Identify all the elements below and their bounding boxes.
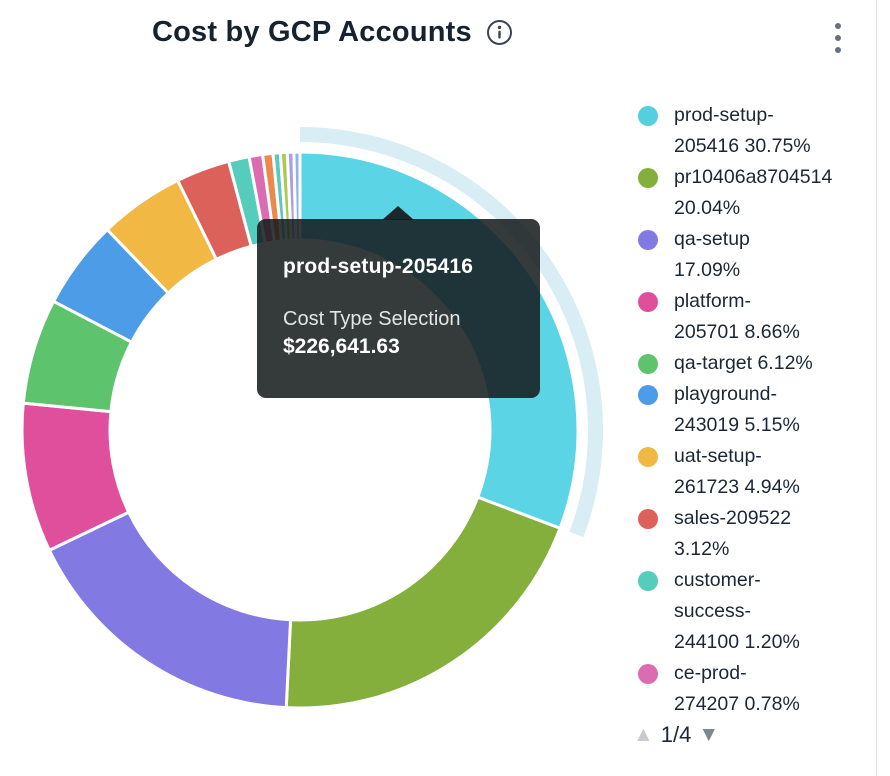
legend-item-sales-209522[interactable]: sales-2095223.12% [638, 503, 878, 565]
legend-item-ce-prod-274207[interactable]: ce-prod-274207 0.78% [638, 658, 878, 718]
chart-tooltip: prod-setup-205416 Cost Type Selection $2… [257, 219, 540, 398]
donut-slice-pr10406a8704514[interactable] [286, 497, 560, 708]
tooltip-cost-type-label: Cost Type Selection [283, 308, 514, 331]
legend-dot [638, 292, 658, 312]
legend-label: pr10406a870451420.04% [674, 162, 832, 224]
legend-label: platform-205701 8.66% [674, 286, 800, 348]
legend-item-qa-setup[interactable]: qa-setup17.09% [638, 224, 878, 286]
legend-dot [638, 447, 658, 467]
legend-item-prod-setup-205416[interactable]: prod-setup-205416 30.75% [638, 100, 878, 162]
legend-item-qa-target[interactable]: qa-target 6.12% [638, 348, 878, 379]
legend-item-playground-243019[interactable]: playground-243019 5.15% [638, 379, 878, 441]
cost-by-gcp-accounts-card: Cost by GCP Accounts prod-setup-205416 C… [0, 0, 877, 776]
legend-label: qa-target 6.12% [674, 348, 813, 379]
legend-dot [638, 168, 658, 188]
legend-pagination: ▲ 1/4 ▼ [633, 722, 719, 748]
legend-label: playground-243019 5.15% [674, 379, 800, 441]
legend-label: prod-setup-205416 30.75% [674, 100, 811, 162]
chart-legend: prod-setup-205416 30.75%pr10406a87045142… [638, 100, 878, 718]
legend-dot [638, 230, 658, 250]
legend-dot [638, 571, 658, 591]
tooltip-arrow [382, 206, 414, 220]
legend-item-uat-setup-261723[interactable]: uat-setup-261723 4.94% [638, 441, 878, 503]
legend-dot [638, 385, 658, 405]
donut-slice-qa-setup[interactable] [49, 512, 290, 707]
legend-page-indicator: 1/4 [661, 722, 692, 748]
legend-page-down-icon[interactable]: ▼ [698, 723, 719, 747]
legend-dot [638, 509, 658, 529]
legend-label: sales-2095223.12% [674, 503, 791, 565]
legend-page-up-icon[interactable]: ▲ [633, 723, 654, 747]
legend-item-platform-205701[interactable]: platform-205701 8.66% [638, 286, 878, 348]
legend-label: ce-prod-274207 0.78% [674, 658, 800, 718]
legend-dot [638, 106, 658, 126]
legend-dot [638, 354, 658, 374]
legend-label: uat-setup-261723 4.94% [674, 441, 800, 503]
legend-dot [638, 664, 658, 684]
legend-label: qa-setup17.09% [674, 224, 750, 286]
legend-item-pr10406a8704514[interactable]: pr10406a870451420.04% [638, 162, 878, 224]
tooltip-cost-value: $226,641.63 [283, 335, 514, 359]
tooltip-title: prod-setup-205416 [283, 255, 514, 279]
legend-item-customer-success-244100[interactable]: customer-success-244100 1.20% [638, 565, 878, 658]
legend-label: customer-success-244100 1.20% [674, 565, 800, 658]
